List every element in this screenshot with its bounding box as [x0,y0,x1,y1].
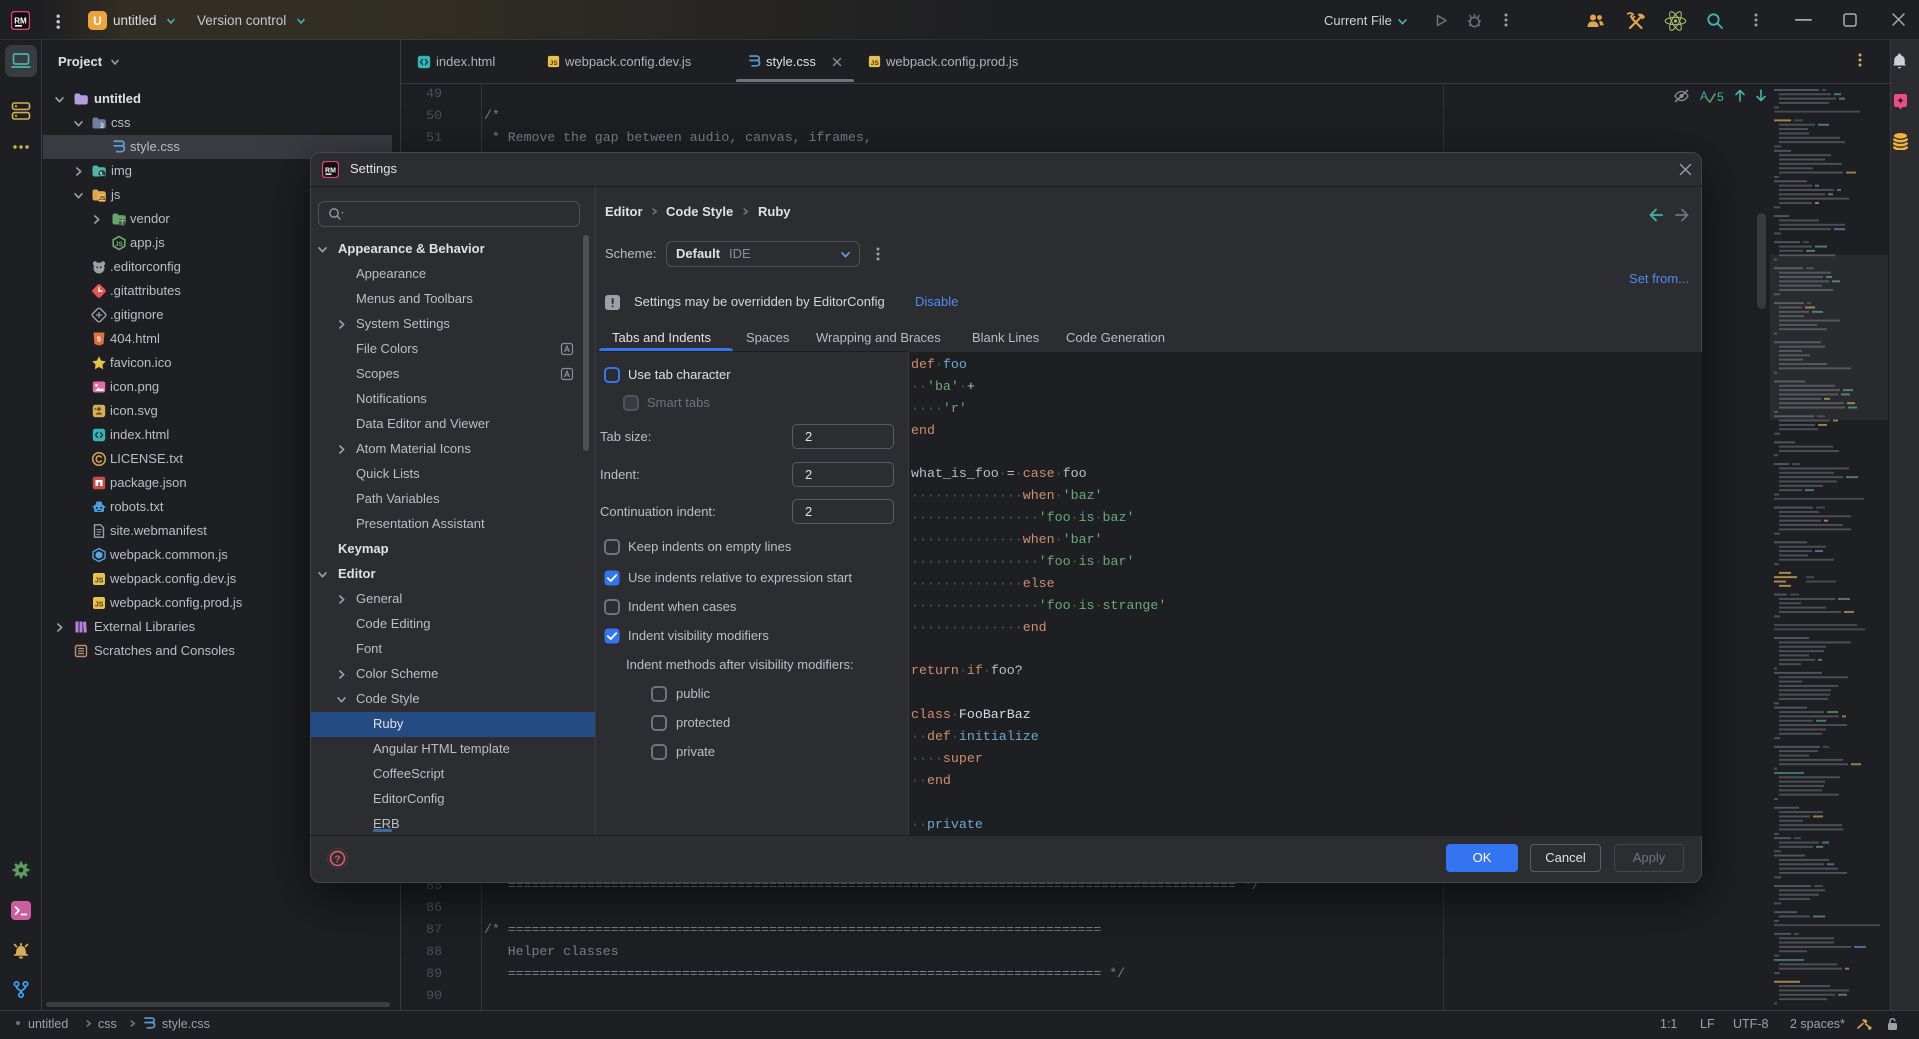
svg-text:RM: RM [14,17,27,26]
svg-text:JS: JS [95,602,104,609]
svg-text:JS: JS [550,60,559,67]
svg-text:JS: JS [115,241,124,248]
svg-text:?: ? [334,854,340,866]
svg-text:5: 5 [1717,90,1724,104]
svg-text:RM: RM [325,168,336,175]
svg-text:3: 3 [100,123,104,130]
svg-text:JS: JS [871,60,880,67]
svg-text:JS: JS [95,578,104,585]
svg-text:A: A [1700,89,1708,103]
svg-text:5: 5 [97,337,101,344]
svg-text:JS: JS [99,196,106,202]
svg-text:U: U [93,14,102,28]
